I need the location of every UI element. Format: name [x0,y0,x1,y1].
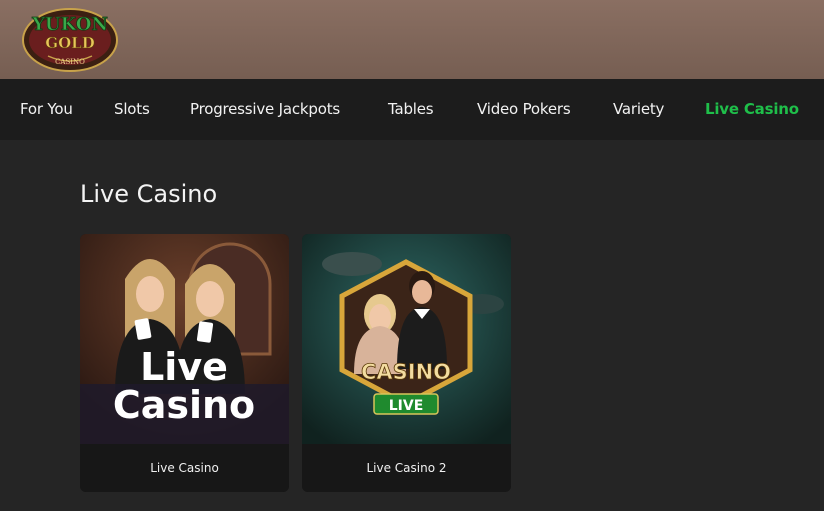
live-casino-2-thumbnail: CASINO LIVE [302,234,511,444]
svg-text:CASINO: CASINO [55,58,85,66]
svg-text:LIVE: LIVE [389,398,424,414]
nav-item-progressive-jackpots[interactable]: Progressive Jackpots [190,79,340,140]
nav-item-tables[interactable]: Tables [388,79,434,140]
nav-item-video-pokers[interactable]: Video Pokers [477,79,571,140]
nav-item-slots[interactable]: Slots [114,79,150,140]
game-card-live-casino-2[interactable]: CASINO LIVE Live Casino 2 [302,234,511,492]
nav-item-for-you[interactable]: For You [20,79,73,140]
top-header: YUKON GOLD CASINO [0,0,824,79]
main-nav: For You Slots Progressive Jackpots Table… [0,79,824,140]
svg-text:CASINO: CASINO [361,360,451,384]
svg-text:YUKON: YUKON [31,14,108,35]
yukon-gold-casino-logo[interactable]: YUKON GOLD CASINO [20,6,120,74]
svg-text:Casino: Casino [113,383,255,427]
game-card-title: Live Casino 2 [302,444,511,492]
nav-item-variety[interactable]: Variety [613,79,664,140]
live-casino-thumbnail: Live Casino [80,234,289,444]
svg-text:GOLD: GOLD [45,34,94,52]
game-card-title: Live Casino [80,444,289,492]
game-card-live-casino[interactable]: Live Casino Live Casino [80,234,289,492]
section-title: Live Casino [80,180,218,208]
nav-item-live-casino[interactable]: Live Casino [705,79,799,140]
